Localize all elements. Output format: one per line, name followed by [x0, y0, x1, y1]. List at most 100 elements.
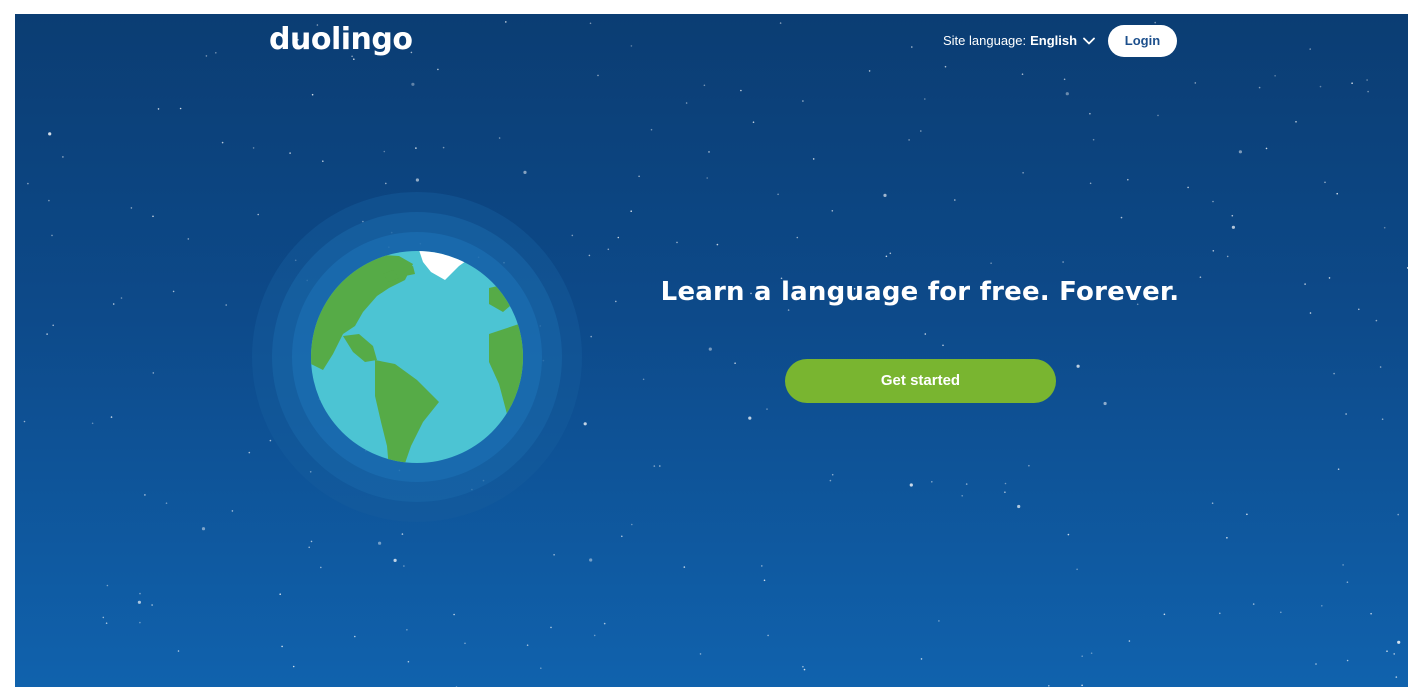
star — [1090, 652, 1093, 654]
star — [1022, 172, 1024, 174]
star — [1226, 255, 1229, 258]
star — [540, 667, 542, 669]
star — [91, 422, 94, 425]
star — [106, 584, 109, 587]
star — [130, 207, 133, 209]
star — [383, 150, 386, 153]
star — [676, 241, 678, 244]
star — [812, 158, 815, 160]
star — [1021, 73, 1024, 75]
site-language-selector[interactable]: Site language: English — [943, 33, 1095, 48]
star — [1219, 612, 1221, 615]
star — [1295, 121, 1297, 123]
star — [908, 139, 910, 141]
star — [1375, 319, 1378, 322]
star — [1120, 216, 1123, 219]
login-button[interactable]: Login — [1108, 25, 1177, 57]
star — [631, 523, 633, 526]
star — [1231, 225, 1235, 229]
star — [1315, 663, 1317, 665]
star — [831, 473, 834, 476]
star — [105, 622, 108, 624]
star — [944, 65, 947, 68]
get-started-button[interactable]: Get started — [785, 359, 1056, 403]
star — [406, 629, 408, 631]
star — [593, 634, 596, 637]
star — [1211, 502, 1214, 505]
star — [52, 324, 54, 327]
star — [1004, 491, 1006, 494]
star — [1246, 513, 1248, 516]
star — [607, 248, 610, 251]
star — [1076, 568, 1078, 571]
globe-illustration — [227, 184, 607, 564]
duolingo-logo[interactable]: duolingo — [269, 22, 413, 57]
star — [763, 579, 766, 582]
star — [165, 502, 168, 505]
star — [415, 147, 417, 149]
star — [1028, 464, 1030, 467]
star — [803, 668, 806, 671]
star — [630, 45, 633, 47]
star — [498, 137, 501, 139]
star — [279, 593, 282, 595]
star — [621, 535, 623, 538]
star — [650, 128, 653, 131]
star — [1265, 147, 1268, 150]
star — [139, 592, 141, 595]
star — [137, 600, 141, 604]
star — [110, 416, 113, 418]
star — [831, 210, 834, 212]
globe-icon — [252, 192, 582, 522]
star — [1321, 605, 1323, 607]
star — [120, 297, 123, 299]
star — [221, 141, 224, 144]
star — [1163, 613, 1166, 616]
star — [603, 622, 606, 625]
star — [802, 665, 804, 668]
star — [924, 98, 926, 100]
star — [505, 21, 507, 23]
star — [201, 527, 206, 531]
star — [311, 93, 314, 96]
star — [653, 465, 656, 467]
star — [1212, 250, 1215, 252]
star — [1274, 75, 1276, 77]
star — [911, 46, 913, 48]
star — [179, 107, 182, 110]
star — [1333, 372, 1335, 375]
star — [961, 495, 963, 497]
star — [411, 82, 415, 86]
star — [1351, 82, 1353, 84]
site-language-value: English — [1030, 33, 1078, 48]
star — [734, 362, 736, 365]
star — [1328, 277, 1331, 279]
star — [706, 177, 708, 179]
star — [779, 22, 782, 24]
star — [292, 665, 295, 668]
star — [1128, 640, 1131, 642]
star — [1089, 112, 1091, 115]
star — [1324, 181, 1326, 184]
star — [550, 626, 552, 629]
star — [152, 215, 154, 218]
star — [883, 193, 887, 197]
star — [942, 344, 944, 347]
star — [965, 483, 968, 485]
star — [1081, 655, 1083, 657]
star — [589, 22, 592, 25]
star — [1187, 186, 1189, 189]
star — [597, 74, 599, 77]
star — [353, 58, 355, 60]
star — [281, 645, 283, 648]
star — [1092, 138, 1095, 141]
star — [322, 160, 324, 162]
star — [1089, 182, 1092, 185]
star — [252, 147, 255, 149]
star — [1358, 308, 1360, 311]
star — [642, 378, 645, 381]
star — [1397, 640, 1401, 644]
star — [1386, 650, 1388, 652]
star — [885, 255, 888, 258]
star — [630, 210, 632, 212]
